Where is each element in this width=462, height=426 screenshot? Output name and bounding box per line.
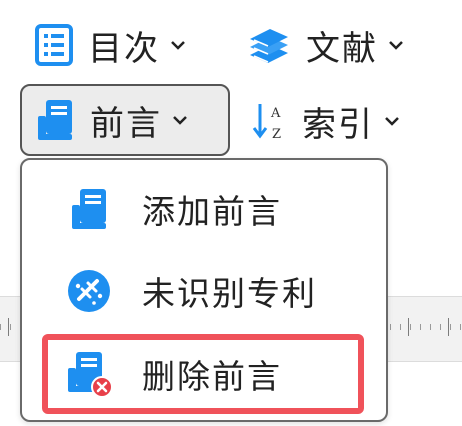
- index-button[interactable]: A Z 索引: [252, 92, 400, 150]
- menu-item-add-foreword[interactable]: 添加前言: [44, 174, 364, 244]
- toc-button[interactable]: 目次: [34, 18, 186, 72]
- svg-text:A: A: [270, 106, 281, 121]
- references-label: 文献: [306, 28, 378, 69]
- foreword-icon: [34, 98, 76, 142]
- toc-label: 目次: [88, 28, 160, 69]
- chevron-down-icon: [388, 40, 404, 50]
- references-button[interactable]: 文献: [246, 18, 404, 72]
- menu-item-unrecognized-patent[interactable]: 未识别专利: [44, 256, 364, 326]
- foreword-label: 前言: [90, 103, 162, 144]
- chevron-down-icon: [384, 116, 400, 126]
- index-label: 索引: [302, 104, 374, 145]
- sort-az-icon: A Z: [252, 100, 288, 142]
- menu-item-label: 添加前言: [142, 192, 282, 231]
- list-icon: [34, 23, 74, 67]
- foreword-icon: [64, 187, 114, 231]
- menu-item-label: 删除前言: [142, 357, 282, 396]
- books-icon: [246, 25, 292, 65]
- foreword-dropdown-menu: 添加前言 未识别专利 删除前言: [20, 158, 388, 422]
- chevron-down-icon: [172, 115, 188, 125]
- patent-icon: [64, 268, 114, 314]
- menu-item-delete-foreword[interactable]: 删除前言: [42, 334, 364, 414]
- foreword-button[interactable]: 前言: [20, 84, 230, 156]
- svg-text:Z: Z: [272, 127, 281, 142]
- foreword-delete-icon: [64, 350, 114, 398]
- menu-item-label: 未识别专利: [142, 274, 317, 313]
- chevron-down-icon: [170, 40, 186, 50]
